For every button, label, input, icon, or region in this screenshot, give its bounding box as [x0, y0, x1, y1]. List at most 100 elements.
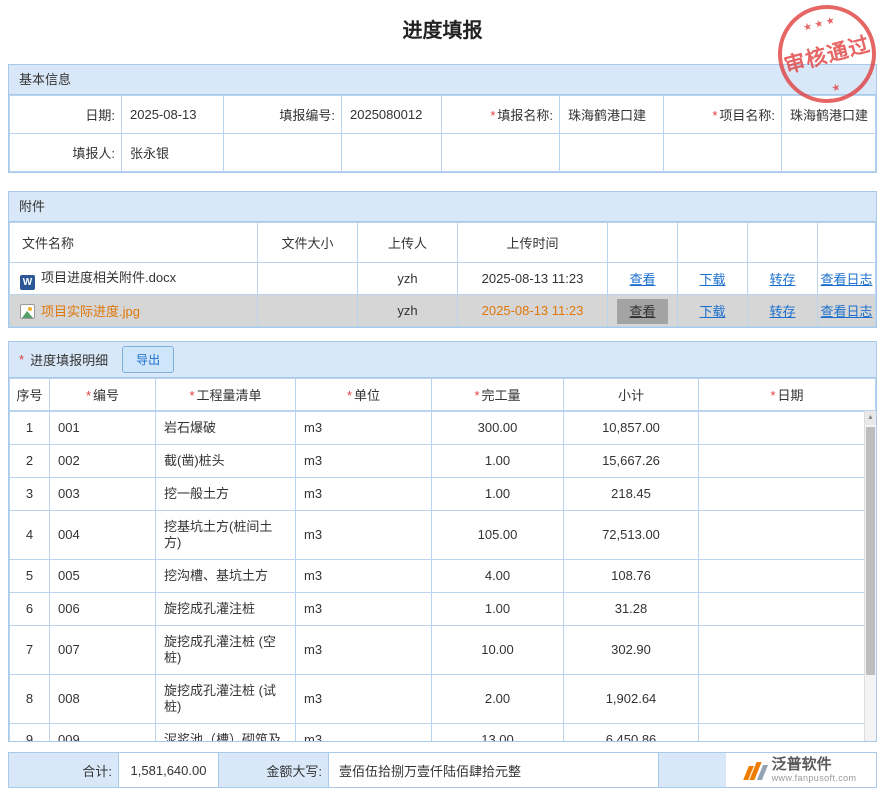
attachments-table: 文件名称 文件大小 上传人 上传时间 W 项目进度相关附件.docx yzh2025… — [9, 222, 876, 327]
detail-qty: 1.00 — [432, 478, 564, 511]
scroll-up-icon[interactable]: ▲ — [865, 411, 876, 425]
required-mark: * — [770, 388, 775, 403]
detail-section-header: * 进度填报明细 导出 — [9, 342, 876, 378]
attachment-action-cell: 转存 — [748, 263, 818, 295]
download-link[interactable]: 下载 — [699, 304, 725, 319]
basic-info-row-2: 填报人: 张永银 — [10, 134, 876, 172]
detail-column-header: *编号 — [50, 379, 156, 411]
detail-seq: 7 — [10, 626, 50, 675]
amount-words-value: 壹佰伍拾捌万壹仟陆佰肆拾元整 — [329, 753, 659, 787]
view-log-link[interactable]: 查看日志 — [820, 272, 872, 287]
detail-table: 1001岩石爆破m3300.0010,857.002002截(凿)桩头m31.0… — [9, 411, 876, 741]
attachments-header: 附件 — [9, 192, 876, 222]
detail-date — [699, 560, 876, 593]
word-file-icon: W — [20, 275, 35, 290]
report-no-label: 填报编号: — [224, 96, 342, 134]
detail-qty: 13.00 — [432, 724, 564, 742]
detail-scroll-area: 1001岩石爆破m3300.0010,857.002002截(凿)桩头m31.0… — [9, 411, 876, 741]
detail-row: 1001岩石爆破m3300.0010,857.00 — [10, 412, 876, 445]
detail-unit: m3 — [296, 724, 432, 742]
required-mark: * — [189, 388, 194, 403]
detail-column-header: *日期 — [699, 379, 876, 411]
detail-unit: m3 — [296, 593, 432, 626]
detail-seq: 1 — [10, 412, 50, 445]
detail-header-table: 序号*编号*工程量清单*单位*完工量小计*日期 — [9, 378, 876, 411]
detail-seq: 5 — [10, 560, 50, 593]
detail-code: 009 — [50, 724, 156, 742]
attachment-time: 2025-08-13 11:23 — [458, 263, 608, 295]
attachment-name-cell: W 项目进度相关附件.docx — [10, 263, 258, 295]
attachments-header-row: 文件名称 文件大小 上传人 上传时间 — [10, 223, 876, 263]
attachment-row[interactable]: W 项目进度相关附件.docx yzh2025-08-13 11:23 查看 下载 转存 查… — [10, 263, 876, 295]
export-button[interactable]: 导出 — [122, 346, 174, 373]
attachment-action-cell: 查看日志 — [818, 263, 876, 295]
detail-subtotal: 1,902.64 — [564, 675, 699, 724]
attachment-filename[interactable]: 项目进度相关附件.docx — [41, 270, 176, 285]
fanpu-logo-icon — [746, 760, 765, 780]
attachment-size — [258, 295, 358, 327]
column-uploader: 上传人 — [358, 223, 458, 263]
view-log-link[interactable]: 查看日志 — [820, 304, 872, 319]
detail-qty: 10.00 — [432, 626, 564, 675]
attachment-size — [258, 263, 358, 295]
detail-date — [699, 445, 876, 478]
report-name-label: *填报名称: — [442, 96, 560, 134]
detail-qty: 4.00 — [432, 560, 564, 593]
attachments-section: 附件 文件名称 文件大小 上传人 上传时间 W 项目进度相关附件.docx yzh2… — [8, 191, 877, 328]
detail-column-header: *工程量清单 — [156, 379, 296, 411]
detail-item: 挖一般土方 — [156, 478, 296, 511]
required-mark: * — [490, 108, 495, 123]
attachments-header-spacer — [748, 223, 818, 263]
detail-item: 旋挖成孔灌注桩 — [156, 593, 296, 626]
detail-item: 挖基坑土方(桩间土方) — [156, 511, 296, 560]
detail-unit: m3 — [296, 445, 432, 478]
detail-item: 截(凿)桩头 — [156, 445, 296, 478]
detail-item: 旋挖成孔灌注桩 (试桩) — [156, 675, 296, 724]
detail-row: 9009泥浆池（槽）砌筑及m313.006,450.86 — [10, 724, 876, 742]
detail-seq: 3 — [10, 478, 50, 511]
detail-section-title: 进度填报明细 — [30, 350, 108, 369]
detail-qty: 1.00 — [432, 593, 564, 626]
detail-item: 挖沟槽、基坑土方 — [156, 560, 296, 593]
detail-section: * 进度填报明细 导出 序号*编号*工程量清单*单位*完工量小计*日期 1001… — [8, 341, 877, 742]
detail-subtotal: 15,667.26 — [564, 445, 699, 478]
filler-value: 张永银 — [122, 134, 224, 172]
date-label: 日期: — [10, 96, 122, 134]
scrollbar-thumb[interactable] — [866, 427, 875, 675]
detail-subtotal: 31.28 — [564, 593, 699, 626]
brand-name: 泛普软件 — [772, 757, 857, 773]
detail-body: 1001岩石爆破m3300.0010,857.002002截(凿)桩头m31.0… — [10, 412, 876, 742]
download-link[interactable]: 下载 — [699, 272, 725, 287]
detail-qty: 300.00 — [432, 412, 564, 445]
detail-date — [699, 412, 876, 445]
detail-seq: 9 — [10, 724, 50, 742]
save-as-link[interactable]: 转存 — [769, 272, 795, 287]
detail-seq: 6 — [10, 593, 50, 626]
required-mark: * — [86, 388, 91, 403]
detail-subtotal: 302.90 — [564, 626, 699, 675]
required-mark: * — [474, 388, 479, 403]
filler-label: 填报人: — [10, 134, 122, 172]
attachment-action-cell: 查看 — [608, 295, 678, 327]
attachment-row[interactable]: 项目实际进度.jpgyzh2025-08-13 11:23查看下载转存查看日志 — [10, 295, 876, 327]
view-link[interactable]: 查看 — [629, 272, 655, 287]
attachment-filename[interactable]: 项目实际进度.jpg — [41, 304, 140, 319]
detail-unit: m3 — [296, 478, 432, 511]
detail-unit: m3 — [296, 626, 432, 675]
attachment-uploader: yzh — [358, 263, 458, 295]
detail-qty: 2.00 — [432, 675, 564, 724]
detail-column-header: 小计 — [564, 379, 699, 411]
detail-code: 003 — [50, 478, 156, 511]
detail-qty: 105.00 — [432, 511, 564, 560]
detail-date — [699, 593, 876, 626]
report-name-value: 珠海鹤港口建 — [560, 96, 664, 134]
scrollbar[interactable]: ▲ — [864, 411, 876, 741]
save-as-link[interactable]: 转存 — [769, 304, 795, 319]
attachment-action-cell: 下载 — [678, 295, 748, 327]
detail-subtotal: 10,857.00 — [564, 412, 699, 445]
view-link[interactable]: 查看 — [617, 299, 667, 324]
detail-seq: 4 — [10, 511, 50, 560]
required-mark: * — [347, 388, 352, 403]
basic-info-section: 基本信息 日期: 2025-08-13 填报编号: 2025080012 *填报… — [8, 64, 877, 173]
detail-unit: m3 — [296, 412, 432, 445]
